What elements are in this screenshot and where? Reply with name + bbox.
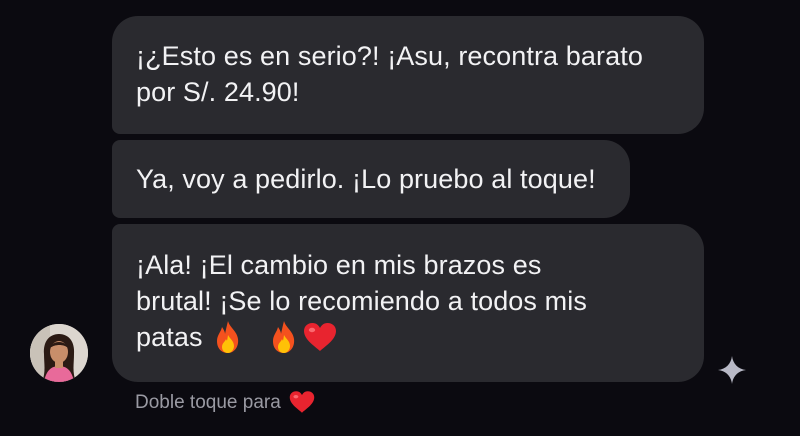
message-bubble[interactable]: ¡Ala! ¡El cambio en mis brazos es brutal… [112, 224, 704, 382]
message-text-line: ¡¿Esto es en serio?! ¡Asu, recontra bara… [136, 41, 643, 71]
message-bubble[interactable]: ¡¿Esto es en serio?! ¡Asu, recontra bara… [112, 16, 704, 134]
sparkle-icon[interactable] [716, 354, 748, 386]
message-text: patas [136, 322, 203, 352]
hint-text: Doble toque para [135, 392, 281, 413]
message-text-line: ¡Ala! ¡El cambio en mis brazos es [136, 250, 542, 280]
fire-icon [267, 320, 301, 354]
avatar[interactable] [30, 324, 88, 382]
double-tap-hint: Doble toque para [135, 390, 315, 416]
message-bubble[interactable]: Ya, voy a pedirlo. ¡Lo pruebo al toque! [112, 140, 630, 218]
heart-icon [289, 390, 315, 416]
message-text-line: brutal! ¡Se lo recomiendo a todos mis [136, 286, 587, 316]
message-text-line: patas [136, 319, 680, 355]
fire-icon [211, 320, 245, 354]
chat-thread: ¡¿Esto es en serio?! ¡Asu, recontra bara… [0, 0, 800, 436]
heart-icon [303, 320, 337, 354]
message-text-line: por S/. 24.90! [136, 77, 300, 107]
message-text-line: Ya, voy a pedirlo. ¡Lo pruebo al toque! [136, 164, 596, 194]
